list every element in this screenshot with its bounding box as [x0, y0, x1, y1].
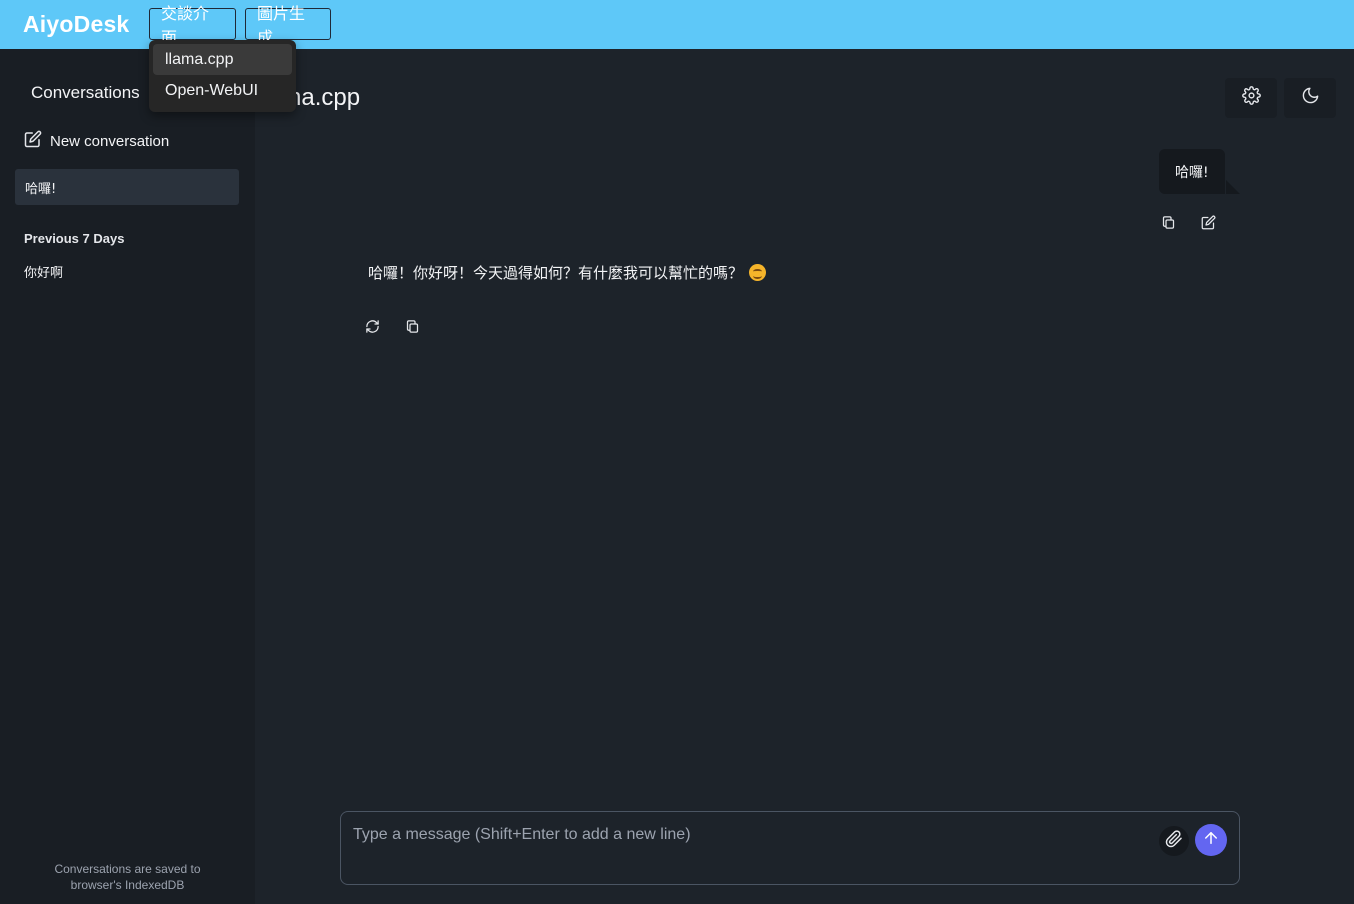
send-button[interactable]: [1195, 824, 1227, 856]
assistant-message-text: 哈囉！你好呀！今天過得如何？有什麼我可以幫忙的嗎？: [368, 264, 744, 282]
arrow-up-icon: [1202, 829, 1220, 852]
storage-note-line2: browser's IndexedDB: [70, 878, 185, 892]
chat-interface-dropdown: llama.cpp Open-WebUI: [149, 40, 296, 112]
moon-icon: [1301, 86, 1320, 110]
new-conversation-label: New conversation: [50, 132, 170, 150]
copy-user-message-button[interactable]: [1158, 215, 1178, 235]
conversation-item[interactable]: 你好啊: [24, 262, 63, 281]
conversation-sidebar: Conversations New conversation 哈囉! Previ…: [0, 49, 255, 904]
regenerate-button[interactable]: [362, 319, 382, 339]
gear-icon: [1241, 86, 1261, 110]
storage-note-line1: Conversations are saved to: [54, 862, 201, 876]
smile-emoji-icon: [749, 264, 767, 281]
dropdown-item-llama-cpp[interactable]: llama.cpp: [153, 44, 292, 75]
dropdown-item-open-webui[interactable]: Open-WebUI: [153, 75, 292, 106]
section-heading-previous-7-days: Previous 7 Days: [24, 231, 125, 246]
attach-file-button[interactable]: [1159, 826, 1189, 856]
user-message-bubble: 哈囉!: [1159, 149, 1225, 194]
brand-logo[interactable]: AiyoDesk: [23, 11, 129, 38]
assistant-message: 哈囉！你好呀！今天過得如何？有什麼我可以幫忙的嗎？: [368, 262, 767, 283]
user-message-bubble-tail: [1226, 180, 1240, 194]
copy-icon: [1161, 215, 1176, 235]
chat-interface-menu-button[interactable]: 交談介面: [149, 4, 236, 47]
copy-icon: [405, 319, 420, 339]
paperclip-icon: [1165, 829, 1183, 853]
refresh-icon: [365, 319, 380, 339]
image-generation-button[interactable]: 圖片生成: [245, 4, 331, 47]
storage-note: Conversations are saved to browser's Ind…: [0, 861, 255, 893]
edit-icon: [1201, 215, 1216, 235]
new-conversation-button[interactable]: New conversation: [24, 130, 169, 152]
conversation-item-active[interactable]: 哈囉!: [15, 169, 239, 205]
theme-toggle-button[interactable]: [1284, 78, 1336, 118]
settings-button[interactable]: [1225, 78, 1277, 118]
copy-assistant-message-button[interactable]: [402, 319, 422, 339]
edit-icon: [24, 130, 42, 152]
message-composer: [340, 811, 1240, 885]
message-input[interactable]: [353, 826, 1143, 844]
edit-user-message-button[interactable]: [1198, 215, 1218, 235]
sidebar-title: Conversations: [31, 83, 140, 102]
